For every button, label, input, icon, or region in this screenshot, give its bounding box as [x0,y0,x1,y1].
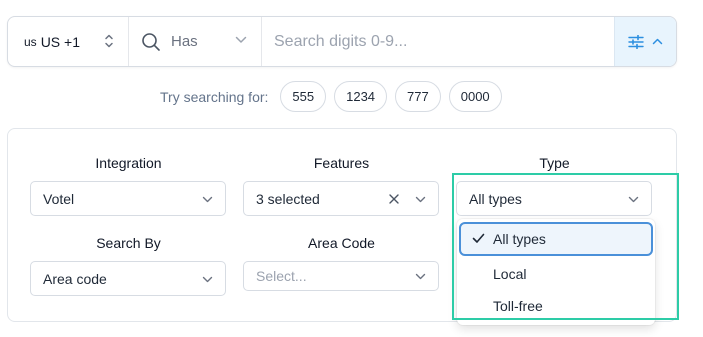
integration-value: Votel [43,190,75,207]
chevron-up-icon [652,38,663,45]
updown-chevron-icon [105,34,113,48]
check-icon [472,233,485,243]
filters-toggle-button[interactable] [614,17,676,66]
country-code: US +1 [40,33,80,50]
type-select[interactable]: All types [456,181,652,216]
chevron-down-icon [202,196,213,203]
integration-select[interactable]: Votel [30,181,226,216]
match-type-select[interactable]: Has [129,17,262,66]
type-value: All types [469,190,522,207]
type-option-local[interactable]: Local [459,257,653,291]
search-icon [142,32,160,51]
type-option-all-types[interactable]: All types [459,222,653,256]
number-search-bar: us US +1 Has Search digits 0-9... [7,16,677,67]
search-by-label: Search By [96,235,161,251]
option-label: Local [493,266,527,282]
search-by-value: Area code [43,270,107,287]
match-type-label: Has [171,33,198,50]
search-by-select[interactable]: Area code [30,261,226,296]
type-option-toll-free[interactable]: Toll-free [459,289,653,323]
type-label: Type [539,155,570,171]
sliders-icon [628,34,644,49]
option-label: Toll-free [493,298,543,314]
country-selector[interactable]: us US +1 [8,17,129,66]
features-value: 3 selected [256,190,320,207]
suggestion-chip[interactable]: 555 [280,81,327,112]
digits-placeholder: Search digits 0-9... [274,32,408,50]
integration-label: Integration [95,155,162,171]
type-dropdown-menu: All types Local Toll-free [457,219,655,325]
country-flag: us [24,34,37,49]
suggestion-chip[interactable]: 777 [395,81,441,112]
area-code-label: Area Code [308,235,375,251]
area-code-placeholder: Select... [256,268,307,284]
digits-search-input[interactable]: Search digits 0-9... [262,17,614,66]
chevron-down-icon [415,273,426,280]
suggestions-label: Try searching for: [160,88,269,105]
search-suggestions: Try searching for: 555 1234 777 0000 [160,81,502,112]
option-label: All types [493,231,546,247]
chevron-down-icon [235,36,247,43]
suggestion-chip[interactable]: 0000 [448,81,502,112]
chevron-down-icon [628,196,639,203]
area-code-select[interactable]: Select... [243,261,439,291]
chevron-down-icon [202,276,213,283]
features-label: Features [313,155,370,171]
chevron-down-icon [415,196,426,203]
suggestion-chip[interactable]: 1234 [334,81,388,112]
features-select[interactable]: 3 selected [243,181,439,216]
clear-icon[interactable] [388,193,400,205]
